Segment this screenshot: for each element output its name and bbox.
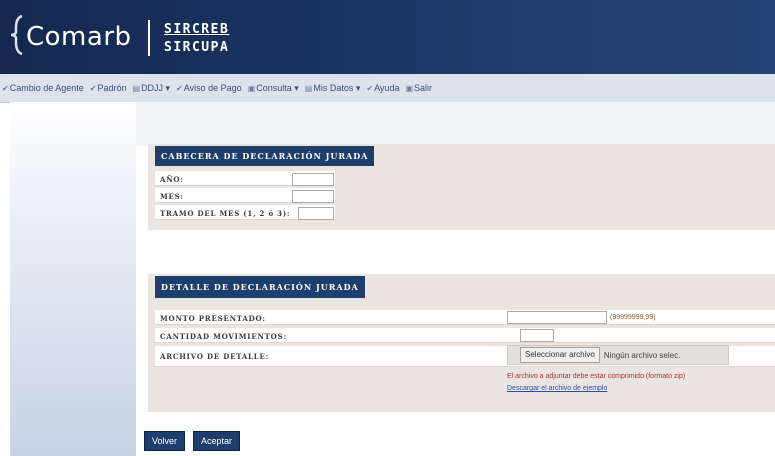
logo-separator (148, 20, 150, 56)
nav-item-ayuda[interactable]: ✔ Ayuda (366, 83, 399, 93)
tramo-input[interactable] (298, 207, 334, 220)
comarb-logo-brace-icon (10, 14, 23, 56)
nav-item-mis-datos[interactable]: ▤ Mis Datos ▾ (305, 83, 361, 94)
download-example-link[interactable]: Descargar el archivo de ejemplo (507, 385, 607, 392)
cantidad-input[interactable] (520, 329, 554, 342)
check-icon: ✔ (89, 83, 97, 93)
zip-warning: El archivo a adjuntar debe estar comprim… (507, 373, 686, 380)
nav-item-salir[interactable]: ▣ Salir (405, 83, 432, 93)
nav-item-ddjj[interactable]: ▤ DDJJ ▾ (133, 83, 171, 94)
tramo-label: TRAMO DEL MES (1, 2 ó 3): (160, 209, 291, 218)
monto-label: MONTO PRESENTADO: (160, 314, 266, 323)
file-picker[interactable]: Seleccionar archivo Ningún archivo selec… (507, 345, 729, 365)
mes-label: MES: (160, 192, 184, 201)
main-nav: ✔ Cambio de Agente ✔ Padrón ▤ DDJJ ▾ ✔ Aviso… (0, 74, 775, 103)
logo-sircreb: SIRCREB (164, 22, 230, 37)
top-band (136, 102, 775, 146)
mes-input[interactable] (292, 190, 334, 203)
nav-item-cambio-agente[interactable]: ✔ Cambio de Agente (2, 83, 84, 93)
select-file-button[interactable]: Seleccionar archivo (520, 347, 600, 363)
aceptar-button[interactable]: Aceptar (193, 431, 241, 451)
app-header: Comarb SIRCREB SIRCUPA (0, 0, 775, 74)
archivo-label: ARCHIVO DE DETALLE: (160, 352, 270, 361)
search-icon: ▣ (247, 83, 256, 93)
help-icon: ✔ (366, 83, 374, 93)
nav-item-padron[interactable]: ✔ Padrón (90, 83, 127, 93)
anio-input[interactable] (292, 173, 334, 186)
monto-format-hint: (99999999,99) (610, 314, 656, 321)
exit-icon: ▣ (405, 83, 414, 93)
cantidad-label: CANTIDAD MOVIMIENTOS: (160, 332, 287, 341)
logo-sircupa: SIRCUPA (164, 40, 230, 55)
detalle-title: DETALLE DE DECLARACIÓN JURADA (155, 276, 365, 298)
user-icon: ▤ (304, 83, 313, 93)
comarb-logo[interactable]: Comarb (26, 22, 132, 52)
anio-label: AÑO: (160, 175, 184, 184)
volver-button[interactable]: Volver (144, 431, 186, 451)
monto-input[interactable] (507, 311, 607, 324)
cabecera-title: CABECERA DE DECLARACIÓN JURADA (155, 146, 375, 166)
check-icon: ✔ (2, 83, 9, 93)
nav-item-consulta[interactable]: ▣ Consulta ▾ (248, 83, 299, 94)
file-status-text: Ningún archivo selec. (603, 350, 681, 360)
nav-item-aviso-pago[interactable]: ✔ Aviso de Pago (176, 83, 242, 93)
doc-icon: ▤ (132, 83, 141, 93)
sidebar (10, 102, 136, 456)
check-icon: ✔ (176, 83, 183, 93)
